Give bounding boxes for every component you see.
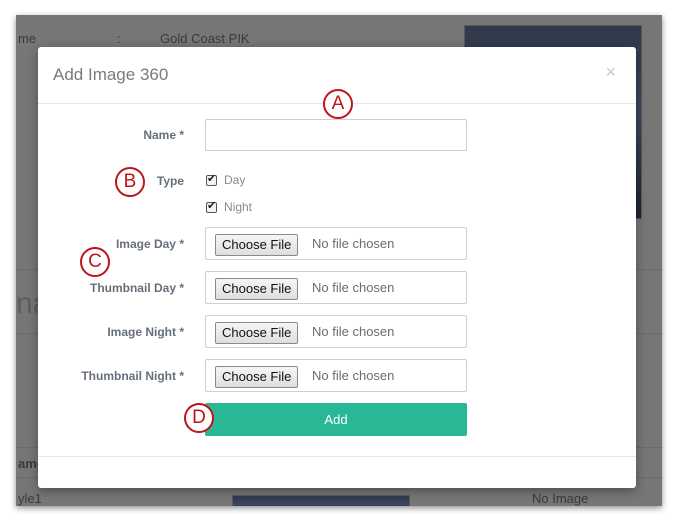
- close-icon[interactable]: ×: [605, 63, 616, 81]
- file-status: No file chosen: [312, 280, 395, 295]
- bg-row-thumbnail: [232, 495, 410, 506]
- type-option-day[interactable]: ✔ Day: [206, 173, 245, 187]
- checkmark-icon: ✔: [207, 199, 217, 212]
- bg-field-value: Gold Coast PIK: [160, 31, 250, 46]
- bg-row-image-status: No Image: [532, 491, 589, 506]
- thumbnail-day-label: Thumbnail Day *: [89, 281, 184, 295]
- file-status: No file chosen: [312, 324, 395, 339]
- modal-title: Add Image 360: [53, 65, 169, 84]
- checkbox-day[interactable]: ✔: [206, 172, 217, 186]
- bg-field-separator: :: [117, 31, 121, 46]
- name-input[interactable]: [205, 119, 467, 151]
- file-status: No file chosen: [312, 368, 395, 383]
- image-night-file-input[interactable]: Choose File No file chosen: [205, 315, 467, 348]
- choose-file-button[interactable]: Choose File: [215, 322, 299, 344]
- type-option-label: Night: [224, 200, 253, 214]
- choose-file-button[interactable]: Choose File: [215, 278, 299, 300]
- modal-footer-divider: [38, 456, 636, 457]
- type-option-label: Day: [224, 173, 246, 187]
- image-night-label: Image Night *: [107, 325, 184, 339]
- annotation-marker-c: C: [80, 247, 110, 277]
- choose-file-button[interactable]: Choose File: [215, 234, 299, 256]
- image-day-file-input[interactable]: Choose File No file chosen: [205, 227, 467, 260]
- annotation-marker-a: A: [323, 89, 353, 119]
- bg-row-name: yle1: [18, 491, 42, 506]
- thumbnail-night-file-input[interactable]: Choose File No file chosen: [205, 359, 467, 392]
- annotation-marker-b: B: [115, 167, 145, 197]
- thumbnail-night-label: Thumbnail Night *: [81, 369, 184, 383]
- name-label: Name *: [143, 128, 184, 142]
- thumbnail-day-file-input[interactable]: Choose File No file chosen: [205, 271, 467, 304]
- bg-field-label: me: [18, 31, 37, 46]
- choose-file-button[interactable]: Choose File: [215, 366, 299, 388]
- type-option-night[interactable]: ✔ Night: [206, 200, 252, 214]
- type-label: Type: [156, 174, 184, 188]
- checkmark-icon: ✔: [207, 172, 217, 185]
- checkbox-night[interactable]: ✔: [206, 199, 217, 213]
- annotation-marker-d: D: [184, 403, 214, 433]
- image-day-label: Image Day *: [115, 237, 184, 251]
- add-button[interactable]: Add: [205, 403, 467, 436]
- file-status: No file chosen: [312, 236, 395, 251]
